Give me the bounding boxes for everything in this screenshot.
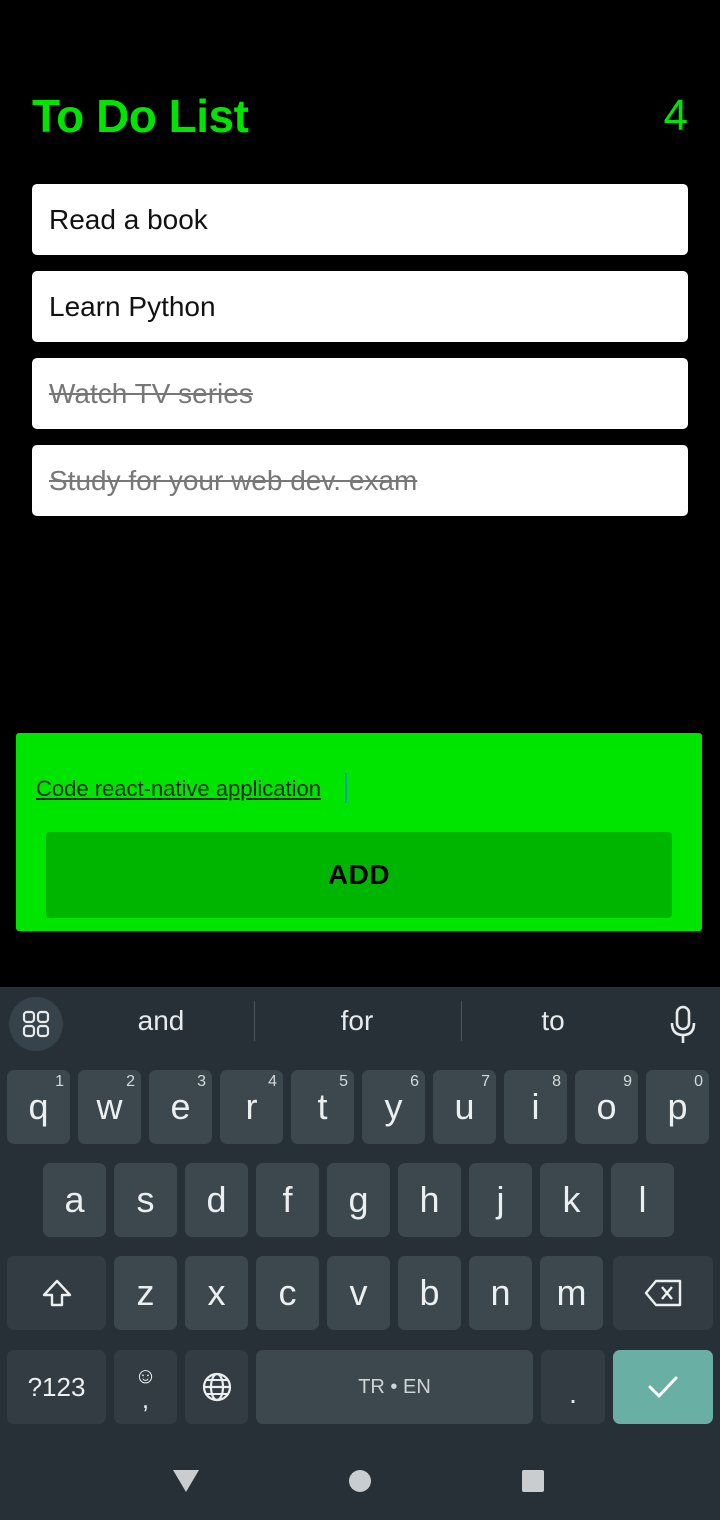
key-c[interactable]: c [256,1256,319,1330]
microphone-icon[interactable] [668,1005,698,1045]
key-t[interactable]: t5 [291,1070,354,1144]
shift-icon [42,1279,71,1307]
key-u[interactable]: u7 [433,1070,496,1144]
todo-item-watch-tv-series[interactable]: Watch TV series [32,358,688,429]
key-k[interactable]: k [540,1163,603,1237]
key-label: g [348,1179,369,1220]
key-hint: 1 [55,1073,64,1090]
suggestion-to[interactable]: to [478,1005,628,1037]
grid-icon [22,1010,50,1038]
key-label: q [28,1086,49,1127]
suggestion-for[interactable]: for [282,1005,432,1037]
system-nav-bar [0,1440,720,1520]
language-key[interactable] [185,1350,248,1424]
add-todo-panel: ADD [16,733,702,931]
key-label: u [454,1086,475,1127]
add-button[interactable]: ADD [46,832,672,918]
key-label: f [282,1179,293,1220]
emoji-comma-key[interactable]: ☺ , [114,1350,177,1424]
key-x[interactable]: x [185,1256,248,1330]
key-d[interactable]: d [185,1163,248,1237]
key-label: m [556,1272,587,1313]
key-f[interactable]: f [256,1163,319,1237]
key-hint: 6 [410,1073,419,1090]
key-hint: 7 [481,1073,490,1090]
key-label: w [96,1086,123,1127]
key-hint: 9 [623,1073,632,1090]
suggestion-bar: and for to [0,987,720,1059]
suggestion-divider [461,1001,462,1041]
suggestion-and[interactable]: and [86,1005,236,1037]
key-label: p [667,1086,688,1127]
shift-key[interactable] [7,1256,106,1330]
text-cursor [345,773,347,803]
key-e[interactable]: e3 [149,1070,212,1144]
page-title: To Do List [32,90,249,142]
key-hint: 8 [552,1073,561,1090]
key-label: j [496,1179,505,1220]
key-label: z [136,1272,155,1313]
key-label: c [278,1272,297,1313]
key-p[interactable]: p0 [646,1070,709,1144]
key-label: t [317,1086,328,1127]
key-a[interactable]: a [43,1163,106,1237]
key-s[interactable]: s [114,1163,177,1237]
key-h[interactable]: h [398,1163,461,1237]
key-label: d [206,1179,227,1220]
key-v[interactable]: v [327,1256,390,1330]
key-label: v [349,1272,368,1313]
key-hint: 2 [126,1073,135,1090]
key-r[interactable]: r4 [220,1070,283,1144]
key-q[interactable]: q1 [7,1070,70,1144]
key-z[interactable]: z [114,1256,177,1330]
key-label: n [490,1272,511,1313]
key-label: i [531,1086,540,1127]
key-label: s [136,1179,155,1220]
key-label: h [419,1179,440,1220]
home-icon[interactable] [348,1469,372,1493]
todo-item-study-exam[interactable]: Study for your web dev. exam [32,445,688,516]
key-o[interactable]: o9 [575,1070,638,1144]
globe-icon [202,1372,231,1402]
back-icon[interactable] [172,1468,200,1494]
key-hint: 3 [197,1073,206,1090]
done-key[interactable] [613,1350,713,1424]
backspace-icon [644,1279,682,1307]
key-label: e [170,1086,191,1127]
comma-label: , [141,1384,150,1414]
key-m[interactable]: m [540,1256,603,1330]
key-label: b [419,1272,440,1313]
recents-icon[interactable] [521,1469,545,1493]
checkmark-icon [648,1376,678,1398]
todo-item-learn-python[interactable]: Learn Python [32,271,688,342]
suggestion-divider [254,1001,255,1041]
key-label: y [384,1086,403,1127]
key-hint: 0 [694,1073,703,1090]
space-key[interactable]: TR • EN [256,1350,533,1424]
key-j[interactable]: j [469,1163,532,1237]
key-n[interactable]: n [469,1256,532,1330]
key-label: o [596,1086,617,1127]
period-key[interactable]: . [541,1350,605,1424]
key-w[interactable]: w2 [78,1070,141,1144]
key-l[interactable]: l [611,1163,674,1237]
key-label: x [207,1272,226,1313]
key-g[interactable]: g [327,1163,390,1237]
key-label: a [64,1179,85,1220]
key-label: r [245,1086,258,1127]
key-hint: 4 [268,1073,277,1090]
backspace-key[interactable] [613,1256,713,1330]
todo-count: 4 [663,91,688,140]
app-header: To Do List 4 [32,84,688,148]
key-i[interactable]: i8 [504,1070,567,1144]
key-y[interactable]: y6 [362,1070,425,1144]
key-b[interactable]: b [398,1256,461,1330]
key-label: k [562,1179,581,1220]
todo-item-read-a-book[interactable]: Read a book [32,184,688,255]
key-label: l [638,1179,647,1220]
symbols-key[interactable]: ?123 [7,1350,106,1424]
key-hint: 5 [339,1073,348,1090]
keyboard-apps-button[interactable] [9,997,63,1051]
todo-list: Read a book Learn Python Watch TV series… [32,184,688,532]
